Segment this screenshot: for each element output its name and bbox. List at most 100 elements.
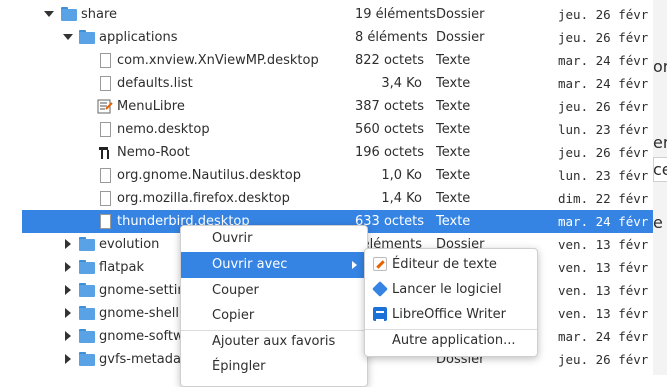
submenu-item-label: LibreOffice Writer bbox=[392, 307, 506, 322]
right-panel-fragment: e bbox=[653, 213, 663, 232]
file-icon bbox=[97, 121, 113, 137]
submenu-item-writer[interactable]: LibreOffice Writer bbox=[365, 302, 537, 327]
chevron-right-icon[interactable] bbox=[62, 330, 74, 342]
chevron-right-icon[interactable] bbox=[62, 238, 74, 250]
file-date: mar. 24 févr bbox=[558, 214, 649, 229]
file-name: gnome-shell bbox=[99, 306, 180, 321]
menu-item-open[interactable]: Ouvrir bbox=[181, 226, 367, 252]
file-type: Texte bbox=[436, 214, 471, 229]
file-type: Texte bbox=[436, 168, 471, 183]
launch-icon bbox=[372, 281, 388, 297]
file-date: lun. 23 févr bbox=[558, 168, 649, 183]
chevron-right-icon[interactable] bbox=[62, 307, 74, 319]
menu-item-open-with[interactable]: Ouvrir avec bbox=[181, 252, 367, 278]
file-type: Dossier bbox=[436, 30, 485, 45]
file-row[interactable]: nemo.desktop 560 octets Texte lun. 23 févr bbox=[0, 118, 653, 141]
file-row[interactable]: Nemo-Root 196 octets Texte jeu. 26 févr bbox=[0, 141, 653, 164]
file-date: jeu. 26 févr bbox=[558, 7, 649, 22]
file-size: 3,4 Ko bbox=[381, 76, 422, 91]
file-row[interactable]: MenuLibre 387 octets Texte jeu. 26 févr bbox=[0, 95, 653, 118]
file-date: jeu. 26 févr bbox=[558, 145, 649, 160]
file-size: 560 octets bbox=[355, 122, 425, 137]
file-size: 822 octets bbox=[355, 53, 425, 68]
file-row[interactable]: org.gnome.Nautilus.desktop 1,0 Ko Texte lun… bbox=[0, 164, 653, 187]
file-icon bbox=[97, 52, 113, 68]
file-date: jeu. 26 févr bbox=[558, 99, 649, 114]
right-panel-fragment: erf bbox=[653, 133, 667, 152]
file-name: nemo.desktop bbox=[117, 122, 210, 137]
menu-item-label: Copier bbox=[212, 308, 255, 323]
file-row[interactable]: com.xnview.XnViewMP.desktop 822 octets Tex… bbox=[0, 49, 653, 72]
file-type: Texte bbox=[436, 99, 471, 114]
file-date: dim. 22 févr bbox=[558, 191, 649, 206]
chevron-down-icon[interactable] bbox=[62, 31, 74, 43]
folder-icon bbox=[79, 259, 95, 275]
menu-item-label: Ouvrir bbox=[212, 231, 253, 246]
chevron-right-icon[interactable] bbox=[62, 261, 74, 273]
file-row[interactable]: defaults.list 3,4 Ko Texte mar. 24 févr bbox=[0, 72, 653, 95]
submenu-item-label: Lancer le logiciel bbox=[392, 282, 502, 297]
file-name: evolution bbox=[99, 237, 160, 252]
file-row[interactable]: org.mozilla.firefox.desktop 1,4 Ko Texte di… bbox=[0, 187, 653, 210]
file-icon bbox=[97, 213, 113, 229]
folder-icon bbox=[79, 29, 95, 45]
file-type: Texte bbox=[436, 122, 471, 137]
chevron-right-icon[interactable] bbox=[62, 284, 74, 296]
file-type: Texte bbox=[436, 76, 471, 91]
file-name: flatpak bbox=[99, 260, 144, 275]
file-size: 387 octets bbox=[355, 99, 425, 114]
file-size: 1,4 Ko bbox=[381, 191, 422, 206]
right-panel-fragment: or bbox=[653, 57, 667, 76]
folder-icon bbox=[61, 6, 77, 22]
submenu-item-text-editor[interactable]: Éditeur de texte bbox=[365, 252, 537, 277]
submenu-item-label: Autre application... bbox=[392, 333, 516, 348]
file-name: org.mozilla.firefox.desktop bbox=[117, 191, 290, 206]
menu-item-add-favorites[interactable]: Ajouter aux favoris bbox=[181, 329, 367, 355]
menu-item-cut[interactable]: Couper bbox=[181, 278, 367, 304]
folder-icon bbox=[79, 328, 95, 344]
file-date: mar. 24 févr bbox=[558, 329, 649, 344]
file-size: 196 octets bbox=[355, 145, 425, 160]
menu-item-pin[interactable]: Épingler bbox=[181, 354, 367, 380]
file-name: MenuLibre bbox=[117, 99, 185, 114]
folder-icon bbox=[79, 236, 95, 252]
folder-icon bbox=[79, 305, 95, 321]
chevron-right-icon[interactable] bbox=[62, 353, 74, 365]
menu-item-label: Ajouter aux favoris bbox=[212, 334, 336, 349]
tools-icon bbox=[97, 144, 113, 160]
folder-icon bbox=[79, 282, 95, 298]
file-size: 1,0 Ko bbox=[381, 168, 422, 183]
submenu-item-other-app[interactable]: Autre application... bbox=[365, 328, 537, 353]
file-size: 19 éléments bbox=[355, 7, 437, 22]
file-name: defaults.list bbox=[117, 76, 193, 91]
file-date: jeu. 26 févr bbox=[558, 30, 649, 45]
context-menu: Ouvrir Ouvrir avec Couper Copier Ajouter… bbox=[180, 225, 368, 387]
file-icon bbox=[97, 190, 113, 206]
chevron-down-icon[interactable] bbox=[43, 8, 55, 20]
file-size: 8 éléments bbox=[355, 30, 428, 45]
menu-item-copy[interactable]: Copier bbox=[181, 303, 367, 329]
file-name: org.gnome.Nautilus.desktop bbox=[117, 168, 301, 183]
file-name: applications bbox=[99, 30, 178, 45]
right-panel-fragment: ce bbox=[653, 160, 667, 179]
file-name: Nemo-Root bbox=[117, 145, 190, 160]
file-date: ven. 13 févr bbox=[558, 283, 649, 298]
chevron-right-icon bbox=[352, 261, 357, 269]
file-type: Dossier bbox=[436, 7, 485, 22]
open-with-submenu: Éditeur de texte Lancer le logiciel Libr… bbox=[364, 248, 538, 357]
file-name: share bbox=[81, 7, 118, 22]
file-type: Texte bbox=[436, 53, 471, 68]
text-editor-icon bbox=[373, 257, 387, 271]
file-row[interactable]: share 19 éléments Dossier jeu. 26 févr bbox=[0, 3, 653, 26]
file-type: Texte bbox=[436, 145, 471, 160]
folder-icon bbox=[79, 351, 95, 367]
file-name: com.xnview.XnViewMP.desktop bbox=[117, 53, 319, 68]
file-date: ven. 13 févr bbox=[558, 306, 649, 321]
file-date: lun. 23 févr bbox=[558, 122, 649, 137]
file-date: ven. 13 févr bbox=[558, 237, 649, 252]
file-date: ven. 13 févr bbox=[558, 260, 649, 275]
file-row[interactable]: applications 8 éléments Dossier jeu. 26 fév… bbox=[0, 26, 653, 49]
file-date: jeu. 26 févr bbox=[558, 352, 649, 367]
file-type: Texte bbox=[436, 191, 471, 206]
submenu-item-launch[interactable]: Lancer le logiciel bbox=[365, 277, 537, 302]
